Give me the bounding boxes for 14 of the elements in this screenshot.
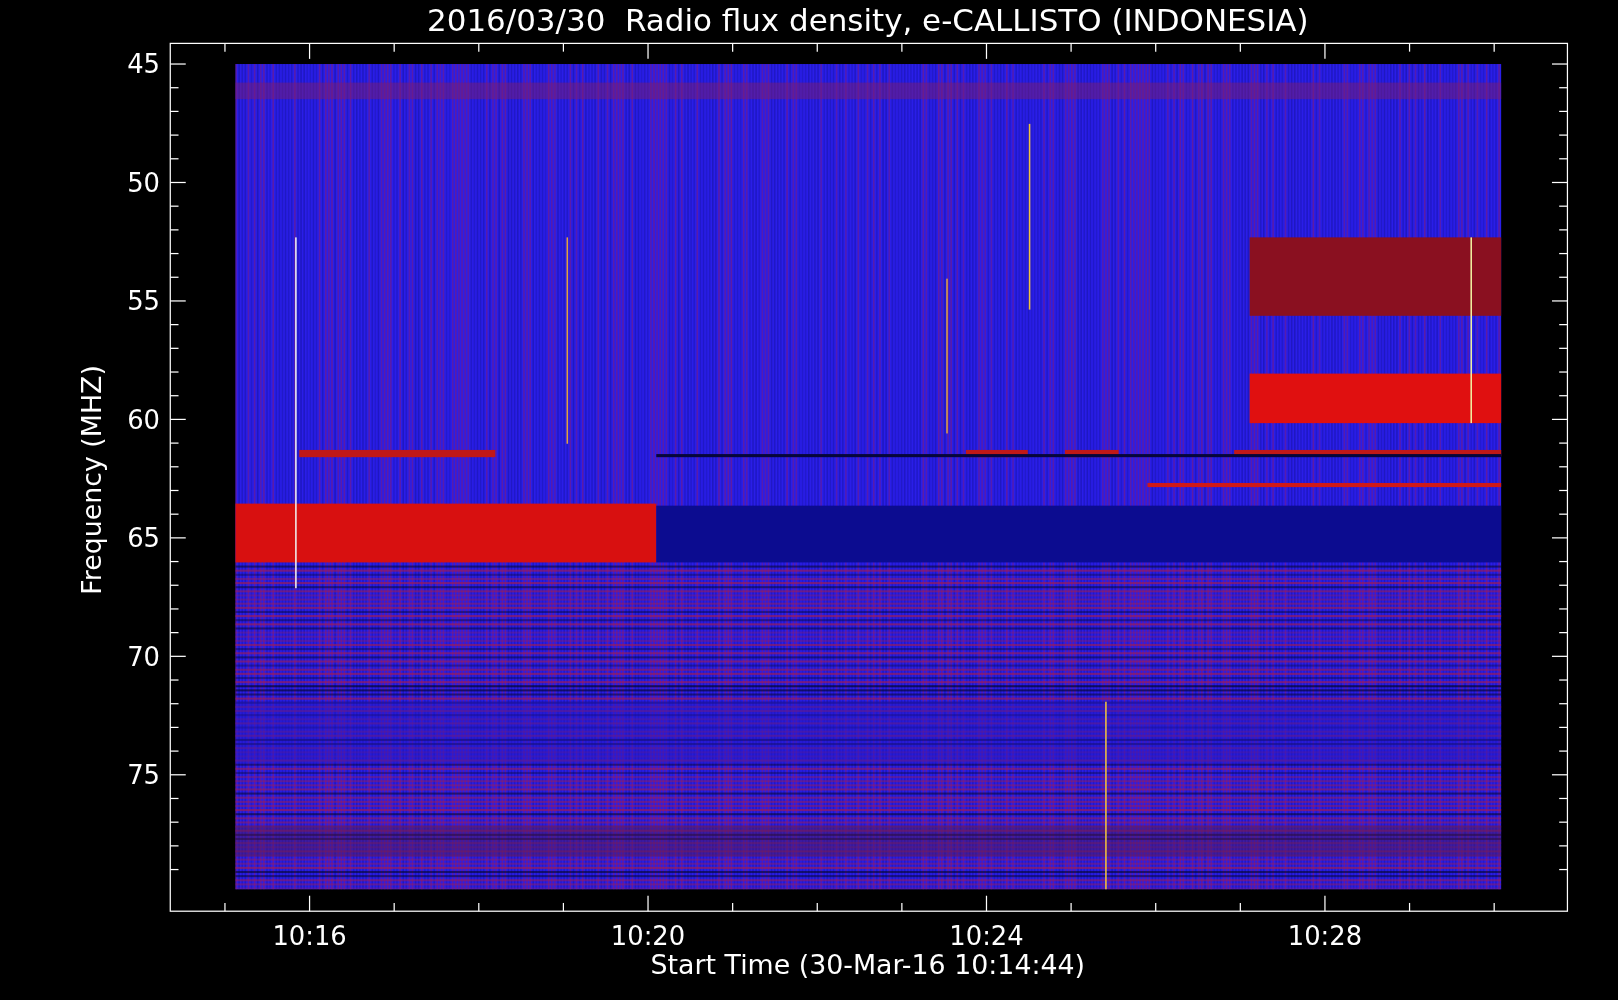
- chart-title: 2016/03/30 Radio flux density, e-CALLISTO (INDONESIA): [427, 2, 1309, 38]
- tick-label: 60: [127, 404, 160, 435]
- tick-label: 45: [127, 49, 160, 80]
- axis-title: Frequency (MHZ): [76, 365, 108, 595]
- axis-title: Start Time (30-Mar-16 10:14:44): [650, 949, 1086, 981]
- tick-label: 10:28: [1287, 921, 1363, 952]
- tick-label: 70: [127, 641, 160, 672]
- tick-label: 10:16: [272, 921, 347, 952]
- tick-label: 50: [127, 167, 160, 198]
- tick-label: 65: [127, 523, 160, 554]
- tick-label: 75: [127, 760, 160, 791]
- tick-label: 10:20: [610, 921, 686, 952]
- tick-label: 10:24: [949, 921, 1024, 952]
- tick-label: 55: [127, 286, 160, 317]
